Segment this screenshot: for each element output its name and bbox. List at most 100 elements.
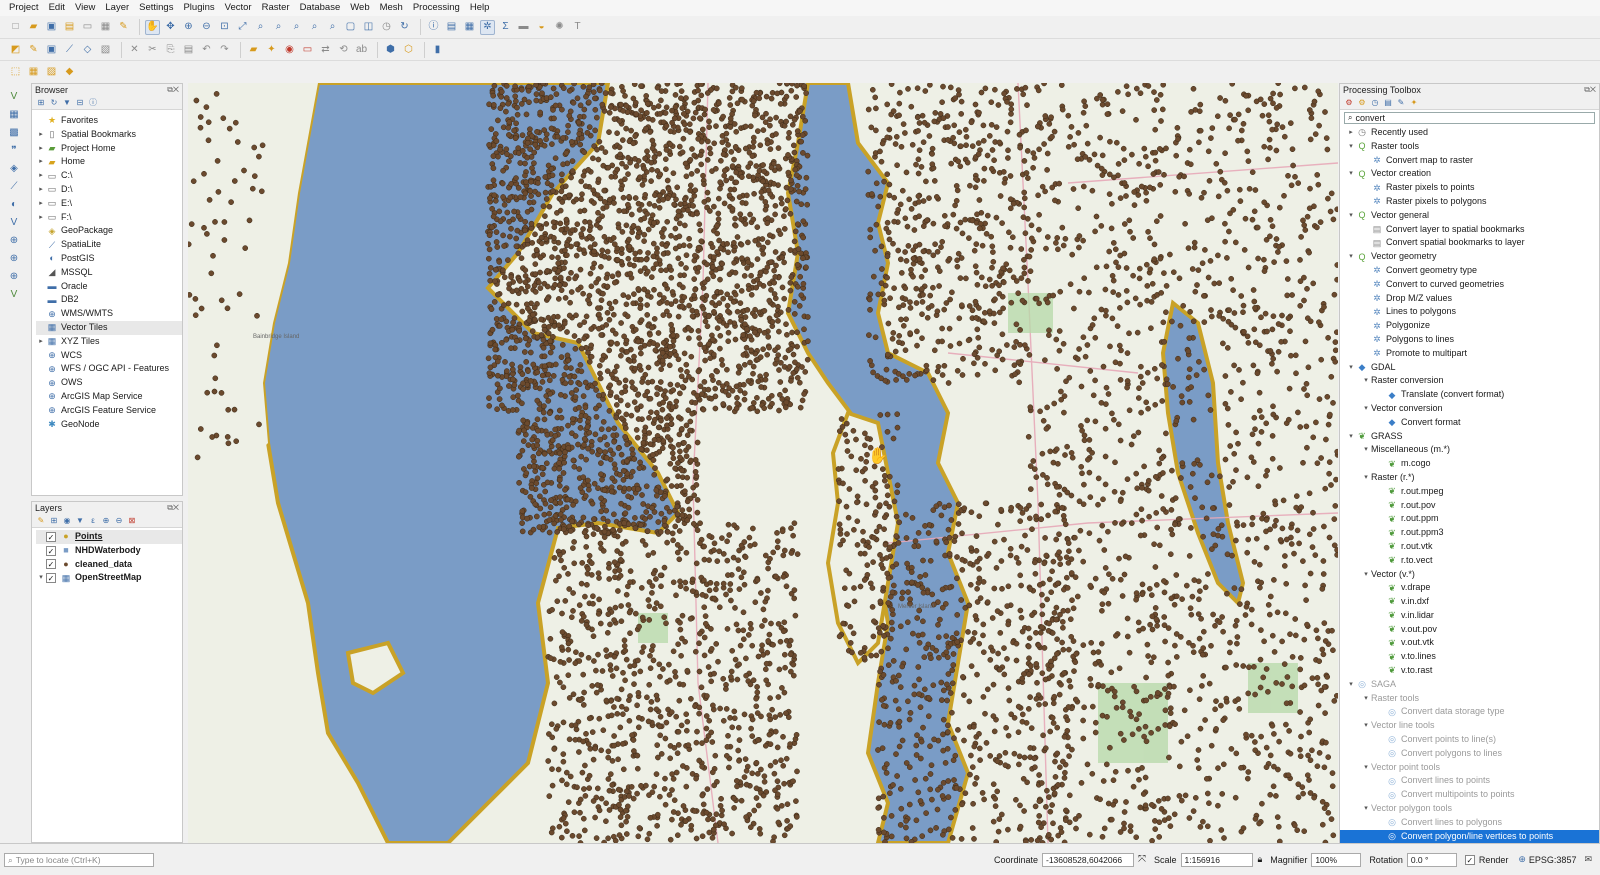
add-spatialite-icon[interactable]: ⟋ [7,179,22,194]
label-tool-icon[interactable]: ▰ [246,42,261,57]
processing-toolbox-icon[interactable]: ✲ [480,19,495,35]
new-3d-view-icon[interactable]: ◫ [361,20,376,35]
menu-web[interactable]: Web [345,0,374,16]
menu-settings[interactable]: Settings [134,0,178,16]
refresh-icon[interactable]: ↻ [49,98,59,108]
map-rendering[interactable]: Bainbridge Island Mercer Island ✋ [188,83,1338,843]
change-label-icon[interactable]: ab [354,42,369,57]
menu-plugins[interactable]: Plugins [178,0,219,16]
collapse-all-icon[interactable]: ⊖ [114,516,124,526]
temporal-controller-icon[interactable]: ◷ [379,20,394,35]
browser-item-e[interactable]: ▸ ▭ E:\ [36,197,182,211]
browser-item-spatialite[interactable]: ⟋ SpatiaLite [36,238,182,252]
style-manager-icon[interactable]: ✎ [116,20,131,35]
undo-icon[interactable]: ↶ [199,42,214,57]
menu-raster[interactable]: Raster [257,0,295,16]
map-tips-icon[interactable]: ◒ [534,20,549,35]
refresh-icon[interactable]: ↻ [397,20,412,35]
expand-arrow-icon[interactable]: ▸ [36,128,46,142]
add-raster-layer-icon[interactable]: ▦ [7,107,22,122]
select-location-icon[interactable]: ◆ [62,64,77,79]
browser-item-mssql[interactable]: ◢ MSSQL [36,266,182,280]
pan-to-selection-icon[interactable]: ✥ [163,20,178,35]
browser-item-wms-wmts[interactable]: ⊕ WMS/WMTS [36,307,182,321]
zoom-last-icon[interactable]: ⌕ [307,20,322,35]
zoom-in-icon[interactable]: ⊕ [181,20,196,35]
toggle-editing-icon[interactable]: ✎ [26,42,41,57]
browser-item-vector-tiles[interactable]: ▦ Vector Tiles [36,320,182,335]
current-edits-icon[interactable]: ◩ [8,42,23,57]
expand-arrow-icon[interactable]: ▸ [36,169,46,183]
add-wfs-icon[interactable]: ⊕ [7,251,22,266]
remove-layer-icon[interactable]: ⊠ [127,516,137,526]
browser-item-d[interactable]: ▸ ▭ D:\ [36,183,182,197]
menu-database[interactable]: Database [295,0,346,16]
add-selected-layers-icon[interactable]: ⊞ [36,98,46,108]
open-project-icon[interactable]: ▰ [26,20,41,35]
layer-item-nhdwaterbody[interactable]: ✓ ■ NHDWaterbody [36,544,182,558]
layer-visibility-checkbox[interactable]: ✓ [46,573,56,584]
collapse-all-icon[interactable]: ⊟ [75,98,85,108]
browser-item-arcgis-map-service[interactable]: ⊕ ArcGIS Map Service [36,390,182,404]
zoom-full-icon[interactable]: ⤢ [235,20,250,35]
browser-item-ows[interactable]: ⊕ OWS [36,376,182,390]
save-as-icon[interactable]: ▤ [62,20,77,35]
style-icon[interactable]: ✎ [36,516,46,526]
copy-features-icon[interactable]: ⎘ [163,42,178,57]
statistics-icon[interactable]: Σ [498,20,513,35]
expand-arrow-icon[interactable]: ▸ [36,197,46,211]
menu-edit[interactable]: Edit [44,0,70,16]
browser-item-home[interactable]: ▸ ▰ Home [36,155,182,169]
show-hide-label-icon[interactable]: ▭ [300,42,315,57]
browser-item-oracle[interactable]: ▬ Oracle [36,280,182,294]
add-wms-icon[interactable]: ⊕ [7,233,22,248]
zoom-out-icon[interactable]: ⊖ [199,20,214,35]
expand-arrow-icon[interactable]: ▸ [36,211,46,225]
menu-view[interactable]: View [70,0,100,16]
browser-item-project-home[interactable]: ▸ ▰ Project Home [36,142,182,156]
new-print-layout-icon[interactable]: ▭ [80,20,95,35]
info-icon[interactable]: ⓘ [88,98,98,108]
cut-features-icon[interactable]: ✂ [145,42,160,57]
zoom-native-icon[interactable]: ⌕ [289,20,304,35]
add-delimited-text-icon[interactable]: ❞ [7,143,22,158]
pin-label-icon[interactable]: ✦ [264,42,279,57]
filter-icon[interactable]: ▼ [62,98,72,108]
expand-all-icon[interactable]: ⊕ [101,516,111,526]
menu-project[interactable]: Project [4,0,44,16]
move-label-icon[interactable]: ⇄ [318,42,333,57]
zoom-rubberband-icon[interactable]: ⊡ [217,20,232,35]
expand-arrow-icon[interactable]: ▸ [36,142,46,156]
filter-legend-icon[interactable]: ▼ [75,516,85,526]
measure-icon[interactable]: ▬ [516,20,531,35]
browser-item-favorites[interactable]: ★ Favorites [36,114,182,128]
zoom-next-icon[interactable]: ⌕ [325,20,340,35]
panel-controls-icon[interactable]: ⧉✕ [167,502,179,514]
browser-item-postgis[interactable]: ◐ PostGIS [36,252,182,266]
help-icon[interactable]: ▮ [430,42,445,57]
layer-item-cleaned_data[interactable]: ✓ ● cleaned_data [36,558,182,572]
layer-item-points[interactable]: ✓ ● Points [36,530,182,544]
add-mesh-layer-icon[interactable]: ▩ [7,125,22,140]
new-map-view-icon[interactable]: ▢ [343,20,358,35]
manage-themes-icon[interactable]: ◉ [62,516,72,526]
attribute-table-icon[interactable]: ▤ [444,20,459,35]
browser-item-geonode[interactable]: ✱ GeoNode [36,418,182,432]
plugin-icon[interactable]: ⬡ [401,42,416,57]
vertex-tool-icon[interactable]: ◇ [80,42,95,57]
panel-controls-icon[interactable]: ⧉✕ [167,84,179,96]
browser-item-xyz-tiles[interactable]: ▸ ▦ XYZ Tiles [36,335,182,349]
expand-arrow-icon[interactable]: ▸ [36,155,46,169]
add-vector-layer-icon[interactable]: V [7,89,22,104]
add-arcgis-icon[interactable]: ⊕ [7,269,22,284]
browser-item-db2[interactable]: ▬ DB2 [36,293,182,307]
redo-icon[interactable]: ↷ [217,42,232,57]
menu-processing[interactable]: Processing [408,0,465,16]
add-geopackage-icon[interactable]: ◈ [7,161,22,176]
layer-item-openstreetmap[interactable]: ▾ ✓ ▦ OpenStreetMap [36,571,182,585]
layer-visibility-checkbox[interactable]: ✓ [46,559,56,570]
identify-icon[interactable]: ⓘ [426,20,441,35]
add-group-icon[interactable]: ⊞ [49,516,59,526]
deselect-icon[interactable]: ▨ [44,64,59,79]
menu-vector[interactable]: Vector [220,0,257,16]
